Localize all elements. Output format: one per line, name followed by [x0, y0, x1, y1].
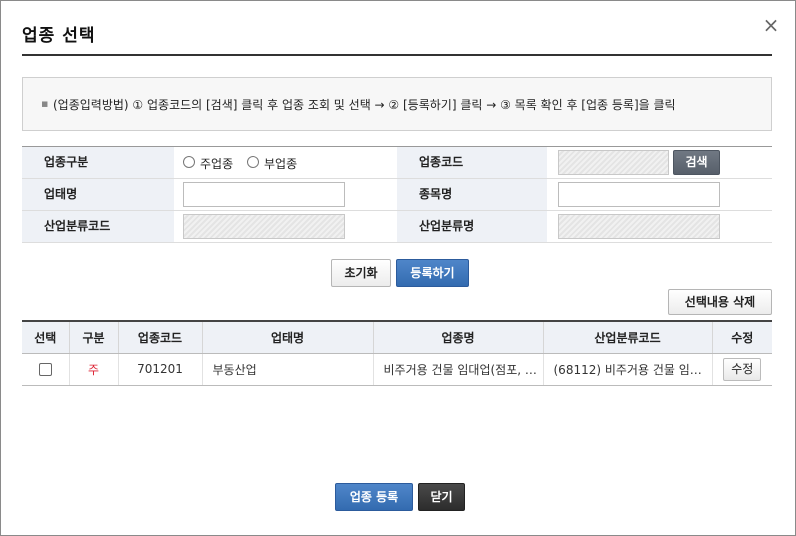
title-divider	[22, 54, 772, 56]
table-header-row: 선택 구분 업종코드 업태명 업종명 산업분류코드 수정	[22, 321, 772, 354]
col-header-business: 업태명	[202, 321, 374, 354]
label-industry-class-code: 산업분류코드	[22, 211, 174, 242]
industry-class-code-input	[183, 214, 345, 239]
row-select-cell	[22, 353, 70, 386]
col-header-class-code: 산업분류코드	[543, 321, 713, 354]
close-button[interactable]: 닫기	[418, 483, 465, 511]
business-name-input[interactable]	[183, 182, 345, 207]
search-button[interactable]: 검색	[673, 150, 720, 175]
radio-main-industry[interactable]	[183, 156, 195, 168]
radio-sub-label: 부업종	[264, 157, 298, 171]
item-name-cell	[547, 179, 772, 210]
form-row-type: 업종구분 주업종 부업종 업종코드 검색	[22, 147, 772, 179]
row-edit-button[interactable]: 수정	[723, 357, 762, 381]
industry-type-cell: 주업종 부업종	[174, 147, 397, 178]
guide-text: (업종입력방법) ① 업종코드의 [검색] 클릭 후 업종 조회 및 선택 → …	[53, 98, 676, 112]
label-industry-type: 업종구분	[22, 147, 174, 178]
row-industry-name: 비주거용 건물 임대업(점포, 자기땅)	[373, 353, 544, 386]
industry-table: 선택 구분 업종코드 업태명 업종명 산업분류코드 수정 주 701201 부동…	[22, 320, 772, 386]
table-row: 주 701201 부동산업 비주거용 건물 임대업(점포, 자기땅) (6811…	[22, 353, 772, 386]
reset-button[interactable]: 초기화	[331, 259, 391, 287]
radio-main-label: 주업종	[200, 157, 234, 171]
industry-class-name-cell	[547, 211, 772, 242]
row-business-name: 부동산업	[202, 353, 374, 386]
dialog-title: 업종 선택	[22, 26, 96, 46]
bullet-icon: ▪	[41, 97, 49, 110]
form-row-business: 업태명 종목명	[22, 179, 772, 211]
label-industry-class-name: 산업분류명	[397, 211, 547, 242]
close-icon[interactable]: ×	[762, 15, 780, 35]
col-header-select: 선택	[22, 321, 70, 354]
business-name-cell	[174, 179, 397, 210]
row-code: 701201	[118, 353, 203, 386]
guide-box: ▪ (업종입력방법) ① 업종코드의 [검색] 클릭 후 업종 조회 및 선택 …	[22, 77, 772, 131]
label-business-name: 업태명	[22, 179, 174, 210]
industry-class-code-cell	[174, 211, 397, 242]
industry-code-input	[558, 150, 669, 175]
search-form: 업종구분 주업종 부업종 업종코드 검색 업태명 종목명 산업분류코드 산업분류…	[22, 146, 772, 243]
delete-selected-button[interactable]: 선택내용 삭제	[668, 289, 772, 315]
industry-code-cell: 검색	[547, 147, 772, 178]
industry-class-name-input	[558, 214, 720, 239]
submit-industry-button[interactable]: 업종 등록	[335, 483, 413, 511]
col-header-code: 업종코드	[118, 321, 203, 354]
col-header-industry: 업종명	[373, 321, 544, 354]
label-industry-code: 업종코드	[397, 147, 547, 178]
form-row-classification: 산업분류코드 산업분류명	[22, 211, 772, 243]
row-type: 주	[69, 353, 119, 386]
row-edit-cell: 수정	[712, 353, 772, 386]
row-checkbox[interactable]	[38, 363, 52, 376]
item-name-input[interactable]	[558, 182, 720, 207]
row-class-code: (68112) 비주거용 건물 임대업	[543, 353, 713, 386]
radio-sub-industry[interactable]	[247, 156, 259, 168]
industry-select-dialog: 업종 선택 × ▪ (업종입력방법) ① 업종코드의 [검색] 클릭 후 업종 …	[0, 0, 796, 536]
register-button[interactable]: 등록하기	[396, 259, 469, 287]
col-header-edit: 수정	[712, 321, 772, 354]
col-header-type: 구분	[69, 321, 119, 354]
label-item-name: 종목명	[397, 179, 547, 210]
